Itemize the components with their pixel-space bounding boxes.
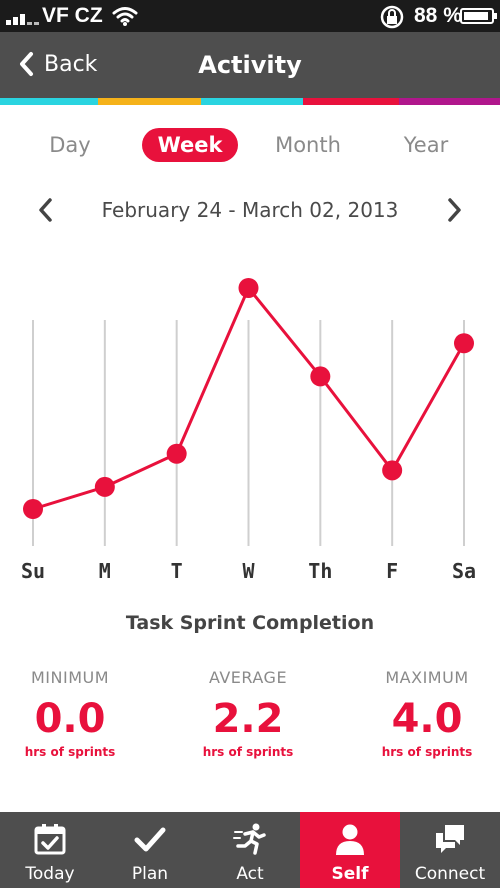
chevron-left-icon[interactable]	[32, 196, 60, 224]
back-button[interactable]: Back	[18, 46, 97, 82]
color-strip	[0, 98, 500, 105]
date-navigator: February 24 - March 02, 2013	[0, 190, 500, 230]
strip-segment	[98, 98, 201, 105]
bottom-tab-bar: Today Plan Act Self Connect	[0, 812, 500, 888]
calendar-icon	[34, 824, 66, 855]
stat-label: MINIMUM	[30, 668, 110, 687]
carrier-name: VF CZ	[42, 4, 103, 27]
stat-unit: hrs of sprints	[24, 745, 116, 759]
stat-value: 0.0	[34, 696, 106, 742]
tab-label: Self	[331, 864, 369, 884]
data-point[interactable]	[23, 499, 43, 519]
person-icon	[336, 824, 364, 855]
stat-label: MAXIMUM	[385, 668, 469, 687]
activity-line-chart: Su M T W Th F Sa	[21, 278, 476, 583]
strip-segment	[0, 98, 98, 105]
tab-day[interactable]: Day	[30, 128, 110, 162]
tab-label: Connect	[414, 864, 486, 884]
running-person-icon	[233, 823, 266, 855]
status-bar: VF CZ 88 %	[0, 0, 500, 32]
checkmark-icon	[134, 827, 166, 852]
rotation-lock-icon	[380, 5, 404, 29]
stat-value: 2.2	[212, 696, 284, 742]
signal-icon	[6, 11, 46, 25]
tab-plan[interactable]: Plan	[100, 812, 200, 888]
x-tick-label: Sa	[452, 559, 476, 583]
tab-today[interactable]: Today	[0, 812, 100, 888]
wifi-icon	[112, 7, 138, 26]
chevron-right-icon[interactable]	[440, 196, 468, 224]
data-point[interactable]	[166, 443, 187, 464]
tab-label: Plan	[131, 864, 169, 884]
nav-bar: Back Activity	[0, 32, 500, 98]
tab-year[interactable]: Year	[386, 128, 466, 162]
battery-icon	[460, 8, 497, 24]
data-point[interactable]	[310, 366, 331, 387]
data-point[interactable]	[382, 460, 403, 481]
tab-label: Act	[236, 864, 264, 884]
stat-unit: hrs of sprints	[381, 745, 473, 759]
x-tick-label: F	[386, 559, 398, 583]
strip-segment	[399, 98, 500, 105]
battery-percent: 88 %	[414, 4, 462, 27]
date-range: February 24 - March 02, 2013	[101, 198, 399, 222]
data-point[interactable]	[238, 278, 259, 298]
x-tick-label: Su	[21, 559, 45, 583]
stat-minimum: MINIMUM 0.0 hrs of sprints	[0, 668, 155, 759]
stat-unit: hrs of sprints	[202, 745, 294, 759]
period-tabs: Day Week Month Year	[0, 126, 500, 166]
tab-month[interactable]: Month	[258, 128, 358, 162]
tab-act[interactable]: Act	[200, 812, 300, 888]
back-label: Back	[44, 51, 98, 77]
data-point[interactable]	[454, 333, 474, 354]
stat-average: AVERAGE 2.2 hrs of sprints	[163, 668, 333, 759]
x-tick-label: T	[171, 559, 183, 583]
chart-title: Task Sprint Completion	[125, 612, 375, 634]
x-tick-label: Th	[308, 559, 332, 583]
x-tick-label: M	[99, 559, 111, 583]
tab-self[interactable]: Self	[300, 812, 400, 888]
stat-maximum: MAXIMUM 4.0 hrs of sprints	[342, 668, 500, 759]
tab-label: Today	[25, 864, 75, 884]
tab-connect[interactable]: Connect	[400, 812, 500, 888]
strip-segment	[201, 98, 303, 105]
stat-label: AVERAGE	[208, 668, 288, 687]
strip-segment	[303, 98, 399, 105]
chevron-left-icon	[20, 52, 33, 76]
tab-week[interactable]: Week	[142, 128, 238, 162]
data-point[interactable]	[94, 476, 115, 497]
x-tick-label: W	[242, 559, 255, 583]
chat-bubbles-icon	[436, 825, 464, 853]
stat-value: 4.0	[391, 696, 463, 742]
